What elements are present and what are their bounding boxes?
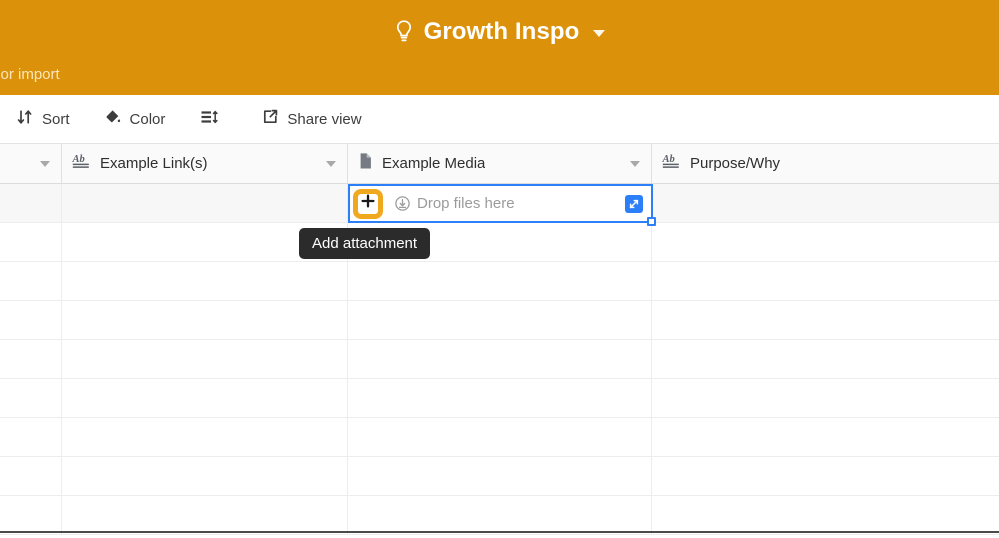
column-header-purpose-why[interactable]: Ab Purpose/Why [652,144,999,183]
table-cell[interactable] [62,496,348,534]
paint-bucket-icon [104,108,122,130]
expand-record-button[interactable] [625,194,643,213]
attachment-file-icon [358,152,373,175]
add-attachment-button[interactable] [357,192,379,215]
table-cell[interactable] [348,418,652,456]
table-cell[interactable] [652,418,999,456]
table-cell[interactable] [62,457,348,495]
long-text-ab-icon: Ab [72,153,91,175]
share-external-link-icon [261,108,279,130]
table-cell[interactable] [348,340,652,378]
color-button-label: Color [129,110,166,128]
row-height-button[interactable] [191,104,235,134]
column-header-label: Example Link(s) [100,155,208,172]
table-cell[interactable] [652,457,999,495]
row-number-cell[interactable] [0,418,62,456]
column-header-example-media[interactable]: Example Media [348,144,652,183]
table-cell[interactable] [348,301,652,339]
table-row[interactable] [0,223,999,262]
chevron-down-icon[interactable] [593,30,606,37]
sort-arrows-icon [16,108,34,130]
table-cell[interactable] [652,301,999,339]
sort-button[interactable]: Sort [8,104,78,134]
drop-files-hint: Drop files here [395,195,515,212]
row-number-cell[interactable] [0,457,62,495]
table-cell[interactable] [652,379,999,417]
grid-bottom-divider [0,531,999,533]
app-header: Growth Inspo d or import [0,0,999,95]
table-cell[interactable] [62,184,348,222]
table-cell[interactable] [348,262,652,300]
download-circle-icon [395,196,410,211]
table-cell[interactable] [652,184,999,222]
view-toolbar: Sort Color Share view [0,95,999,144]
table-cell[interactable] [62,340,348,378]
column-header-label: Example Media [382,155,486,172]
plus-icon [361,194,375,213]
table-cell[interactable] [652,223,999,261]
import-partial-text: d or import [0,66,60,83]
table-cell[interactable] [62,262,348,300]
row-number-cell[interactable] [0,379,62,417]
chevron-down-icon[interactable] [630,160,640,167]
table-cell[interactable] [62,379,348,417]
table-row[interactable] [0,340,999,379]
chevron-down-icon[interactable] [326,160,336,167]
add-attachment-tooltip: Add attachment [299,228,431,259]
column-header-rownum[interactable] [0,144,62,183]
table-cell[interactable] [652,340,999,378]
table-cell[interactable] [62,301,348,339]
column-header-example-links[interactable]: Ab Example Link(s) [62,144,348,183]
svg-text:Ab: Ab [72,154,85,165]
table-cell[interactable] [652,496,999,534]
row-number-cell[interactable] [0,340,62,378]
sort-button-label: Sort [42,110,70,128]
row-number-cell[interactable] [0,301,62,339]
table-row[interactable] [0,262,999,301]
table-row[interactable] [0,379,999,418]
table-row[interactable] [0,496,999,535]
lightbulb-icon [394,19,414,45]
table-cell[interactable] [62,418,348,456]
table-cell[interactable] [348,496,652,534]
active-attachment-cell[interactable]: Drop files here [348,184,656,226]
grid-rows-container [0,184,999,535]
expand-record-icon [628,198,640,210]
table-row[interactable] [0,301,999,340]
long-text-ab-icon: Ab [662,153,681,175]
cell-fill-handle[interactable] [647,217,656,226]
chevron-down-icon[interactable] [40,160,50,167]
column-header-label: Purpose/Why [690,155,781,172]
page-title: Growth Inspo [423,18,580,45]
share-view-button[interactable]: Share view [253,104,369,134]
share-view-button-label: Share view [287,110,362,128]
row-number-cell[interactable] [0,262,62,300]
row-number-cell[interactable] [0,496,62,534]
row-number-cell[interactable] [0,184,62,222]
row-height-icon [199,108,219,130]
table-cell[interactable] [652,262,999,300]
table-row[interactable] [0,457,999,496]
row-number-cell[interactable] [0,223,62,261]
airtable-grid-view: Growth Inspo d or import Sort [0,0,999,538]
drop-files-hint-label: Drop files here [417,195,515,212]
app-title-group[interactable]: Growth Inspo [0,12,999,52]
table-row[interactable] [0,418,999,457]
grid-column-headers: Ab Example Link(s) Example Media Ab Purp… [0,144,999,184]
color-button[interactable]: Color [96,104,174,134]
svg-text:Ab: Ab [662,154,675,165]
table-cell[interactable] [348,457,652,495]
table-cell[interactable] [348,379,652,417]
